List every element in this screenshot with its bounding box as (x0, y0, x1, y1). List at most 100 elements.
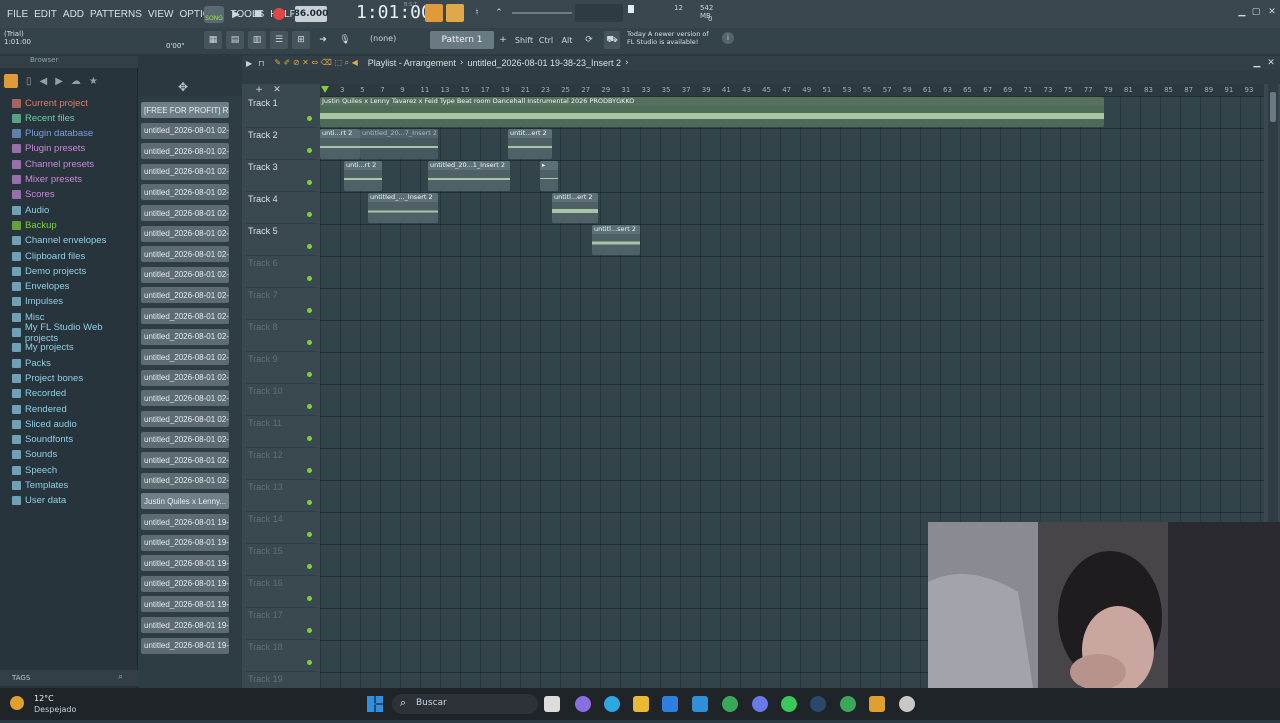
taskbar-search[interactable]: ⌕ Buscar (392, 694, 538, 714)
master-pitch-slider[interactable] (575, 4, 623, 22)
ctrl-key-button[interactable]: Ctrl (537, 31, 555, 49)
track-header[interactable]: Track 16 (246, 576, 316, 608)
clip-track5-a[interactable]: untitl...sert 2 (592, 225, 640, 255)
track-header[interactable]: Track 13 (246, 480, 316, 512)
browser-item[interactable]: Channel envelopes (12, 234, 106, 248)
browser-menu-icon[interactable] (4, 74, 18, 88)
browser-item[interactable]: Sounds (12, 448, 57, 462)
clip-track3-c[interactable]: ▸ (540, 161, 558, 191)
track-enable-led[interactable] (307, 500, 312, 505)
channel-button[interactable]: untitled_2026-08-01 02-... (141, 328, 229, 345)
file-explorer-icon[interactable] (633, 696, 649, 712)
channel-button[interactable]: untitled_2026-08-01 02-... (141, 246, 229, 263)
browser-item[interactable]: Templates (12, 479, 68, 493)
track-header[interactable]: Track 2 (246, 128, 316, 160)
shift-key-button[interactable]: Shift (514, 31, 534, 49)
cart-icon[interactable]: ⛟ (604, 31, 620, 49)
file-icon[interactable]: ▯ (26, 76, 32, 87)
chrome-icon[interactable] (722, 696, 738, 712)
track-header[interactable]: Track 10 (246, 384, 316, 416)
close-button[interactable]: ✕ (1266, 6, 1278, 18)
track-enable-led[interactable] (307, 308, 312, 313)
overview-bar[interactable] (242, 70, 1280, 84)
track-header[interactable]: Track 18 (246, 640, 316, 672)
track-header[interactable]: Track 11 (246, 416, 316, 448)
clip-track2-a[interactable]: unti...rt 2 (320, 129, 360, 159)
browser-item[interactable]: Recent files (12, 111, 75, 125)
track-header[interactable]: Track 7 (246, 288, 316, 320)
browser-item[interactable]: Clipboard files (12, 249, 85, 263)
obs-icon[interactable] (899, 696, 915, 712)
channel-rack-button[interactable]: ▥ (248, 31, 266, 49)
track-header[interactable]: Track 15 (246, 544, 316, 576)
channel-button[interactable]: untitled_2026-08-01 02-... (141, 431, 229, 448)
chrome-profile-icon[interactable] (840, 696, 856, 712)
browser-item[interactable]: Plugin presets (12, 142, 85, 156)
channel-button[interactable]: untitled_2026-08-01 02-... (141, 184, 229, 201)
menu-file[interactable]: FILE (4, 9, 31, 20)
channel-button[interactable]: untitled_2026-08-01 02-... (141, 411, 229, 427)
step-edit-button[interactable]: ⌃ (490, 4, 508, 22)
track-enable-led[interactable] (307, 372, 312, 377)
channel-button[interactable]: untitled_2026-08-01 02-... (141, 266, 229, 283)
metronome-button[interactable] (425, 4, 443, 22)
mixer-button[interactable]: ☰ (270, 31, 288, 49)
channel-button[interactable]: untitled_2026-08-01 02-... (141, 452, 229, 469)
track-enable-led[interactable] (307, 532, 312, 537)
star-icon[interactable]: ★ (89, 76, 98, 87)
stop-button[interactable]: ■ (250, 6, 266, 22)
outlook-icon[interactable] (692, 696, 708, 712)
channel-button[interactable]: untitled_2026-08-01 02-... (141, 349, 229, 366)
song-mode-toggle[interactable]: SONG (204, 6, 224, 23)
clip-track4-a[interactable]: untitled_..._Insert 2 (368, 193, 438, 223)
alt-key-button[interactable]: Alt (559, 31, 575, 49)
channel-button[interactable]: untitled_2026-08-01 02-... (141, 369, 229, 386)
pattern-none-select[interactable]: (none) (370, 34, 396, 43)
browser-item[interactable]: Soundfonts (12, 433, 73, 447)
discord-icon[interactable] (752, 696, 768, 712)
channel-button[interactable]: untitled_2026-08-01 02-... (141, 472, 229, 489)
blend-notes-button[interactable]: ♮ (468, 4, 486, 22)
track-header[interactable]: Track 5 (246, 224, 316, 256)
track-header[interactable]: Track 6 (246, 256, 316, 288)
menu-view[interactable]: VIEW (145, 9, 177, 20)
browser-item[interactable]: User data (12, 494, 66, 508)
store-icon[interactable] (662, 696, 678, 712)
edge-icon[interactable] (604, 696, 620, 712)
browser-item[interactable]: My projects (12, 341, 74, 355)
track-enable-led[interactable] (307, 276, 312, 281)
clip-track3-a[interactable]: unti...rt 2 (344, 161, 382, 191)
track-enable-led[interactable] (307, 628, 312, 633)
track-enable-led[interactable] (307, 596, 312, 601)
track-enable-led[interactable] (307, 564, 312, 569)
track-enable-led[interactable] (307, 660, 312, 665)
track-header[interactable]: Track 3 (246, 160, 316, 192)
browser-item[interactable]: Envelopes (12, 280, 69, 294)
timeline-ruler[interactable]: 3 5 7 9 11 13 15 17 19 21 23 25 27 29 31 33 35 37 39 41 43 45… (320, 84, 1264, 96)
cloud-icon[interactable]: ☁ (71, 76, 81, 87)
track-header[interactable]: Track 17 (246, 608, 316, 640)
channel-button[interactable]: untitled_2026-08-01 02-... (141, 287, 229, 304)
browser-item[interactable]: Mixer presets (12, 173, 82, 187)
channel-button[interactable]: untitled_2026-08-01 02-... (141, 143, 229, 160)
play-button[interactable]: ▶ (228, 6, 244, 22)
channel-button[interactable]: untitled_2026-08-01 19-... (141, 534, 229, 551)
playlist-min-button[interactable]: ▁ (1252, 58, 1262, 68)
channel-button[interactable]: untitled_2026-08-01 19-... (141, 514, 229, 530)
track-enable-led[interactable] (307, 148, 312, 153)
channel-button[interactable]: untitled_2026-08-01 19-... (141, 617, 229, 633)
browser-item[interactable]: Scores (12, 188, 55, 202)
clip-track4-b[interactable]: untitl...ert 2 (552, 193, 598, 223)
copilot-icon[interactable] (575, 696, 591, 712)
track-header[interactable]: Track 14 (246, 512, 316, 544)
weather-widget[interactable]: 12°C Despejado (10, 692, 90, 716)
spotify-icon[interactable] (781, 696, 797, 712)
track-enable-led[interactable] (307, 468, 312, 473)
browser-item[interactable]: Plugin database (12, 127, 93, 141)
plugin-picker-button[interactable]: ⊞ (292, 31, 310, 49)
browser-item[interactable]: Sliced audio (12, 417, 77, 431)
clip-track2-b[interactable]: untitled_20...7_Insert 2 (360, 129, 438, 159)
browser-item[interactable]: Current project (12, 96, 88, 110)
browser-item[interactable]: My FL Studio Web projects (12, 322, 137, 344)
playlist-view-button[interactable]: ▦ (204, 31, 222, 49)
